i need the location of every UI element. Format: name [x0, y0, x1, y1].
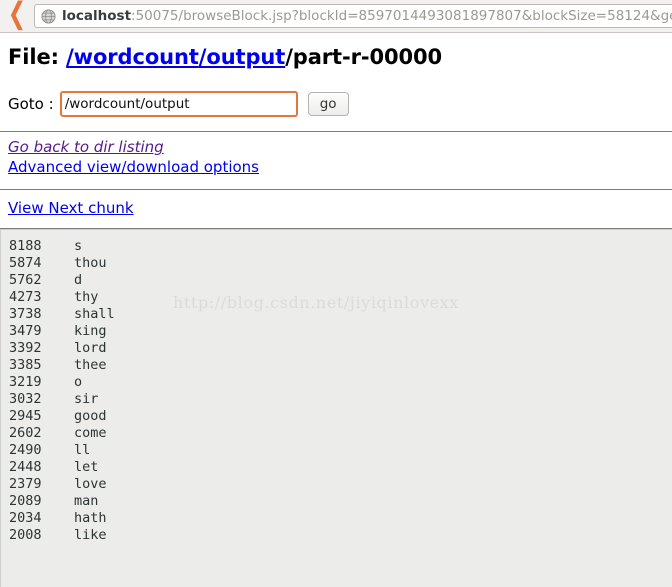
- file-content-panel[interactable]: http://blog.csdn.net/jiyiqinlovexx 8188 …: [0, 228, 672, 587]
- breadcrumb-link-wordcount[interactable]: /wordcount: [66, 45, 199, 69]
- advanced-view-download-link[interactable]: Advanced view/download options: [8, 158, 259, 178]
- divider-middle: [0, 188, 672, 190]
- goto-input[interactable]: [59, 91, 298, 117]
- navigation-links: Go back to dir listing Advanced view/dow…: [8, 138, 672, 178]
- back-button[interactable]: ❮: [0, 0, 34, 33]
- divider-top: [0, 131, 672, 132]
- page-title-prefix: File:: [8, 45, 67, 69]
- page-content: File: /wordcount/output/part-r-00000 Got…: [0, 33, 672, 587]
- view-next-chunk-link[interactable]: View Next chunk: [8, 199, 134, 217]
- go-back-dir-listing-link[interactable]: Go back to dir listing: [8, 138, 164, 158]
- goto-label: Goto :: [8, 95, 54, 113]
- chunk-nav: View Next chunk: [8, 199, 672, 217]
- page-title-filename: /part-r-00000: [285, 45, 443, 69]
- go-button[interactable]: go: [307, 92, 349, 116]
- goto-row: Goto : go: [8, 91, 672, 117]
- address-bar-host: localhost: [62, 8, 132, 24]
- globe-icon: [41, 8, 56, 24]
- browser-chrome: ❮ localhost:50075/browseBlock.jsp?blockI…: [0, 0, 672, 33]
- address-bar[interactable]: localhost:50075/browseBlock.jsp?blockId=…: [34, 4, 672, 28]
- page-title: File: /wordcount/output/part-r-00000: [8, 45, 672, 69]
- breadcrumb-link-output[interactable]: /output: [199, 45, 286, 69]
- address-bar-url: localhost:50075/browseBlock.jsp?blockId=…: [62, 8, 672, 24]
- back-chevron-icon: ❮: [7, 0, 27, 31]
- address-bar-path: :50075/browseBlock.jsp?blockId=859701449…: [131, 8, 672, 24]
- file-content-text: 8188 s 5874 thou 5762 d 4273 thy 3738 sh…: [9, 237, 115, 543]
